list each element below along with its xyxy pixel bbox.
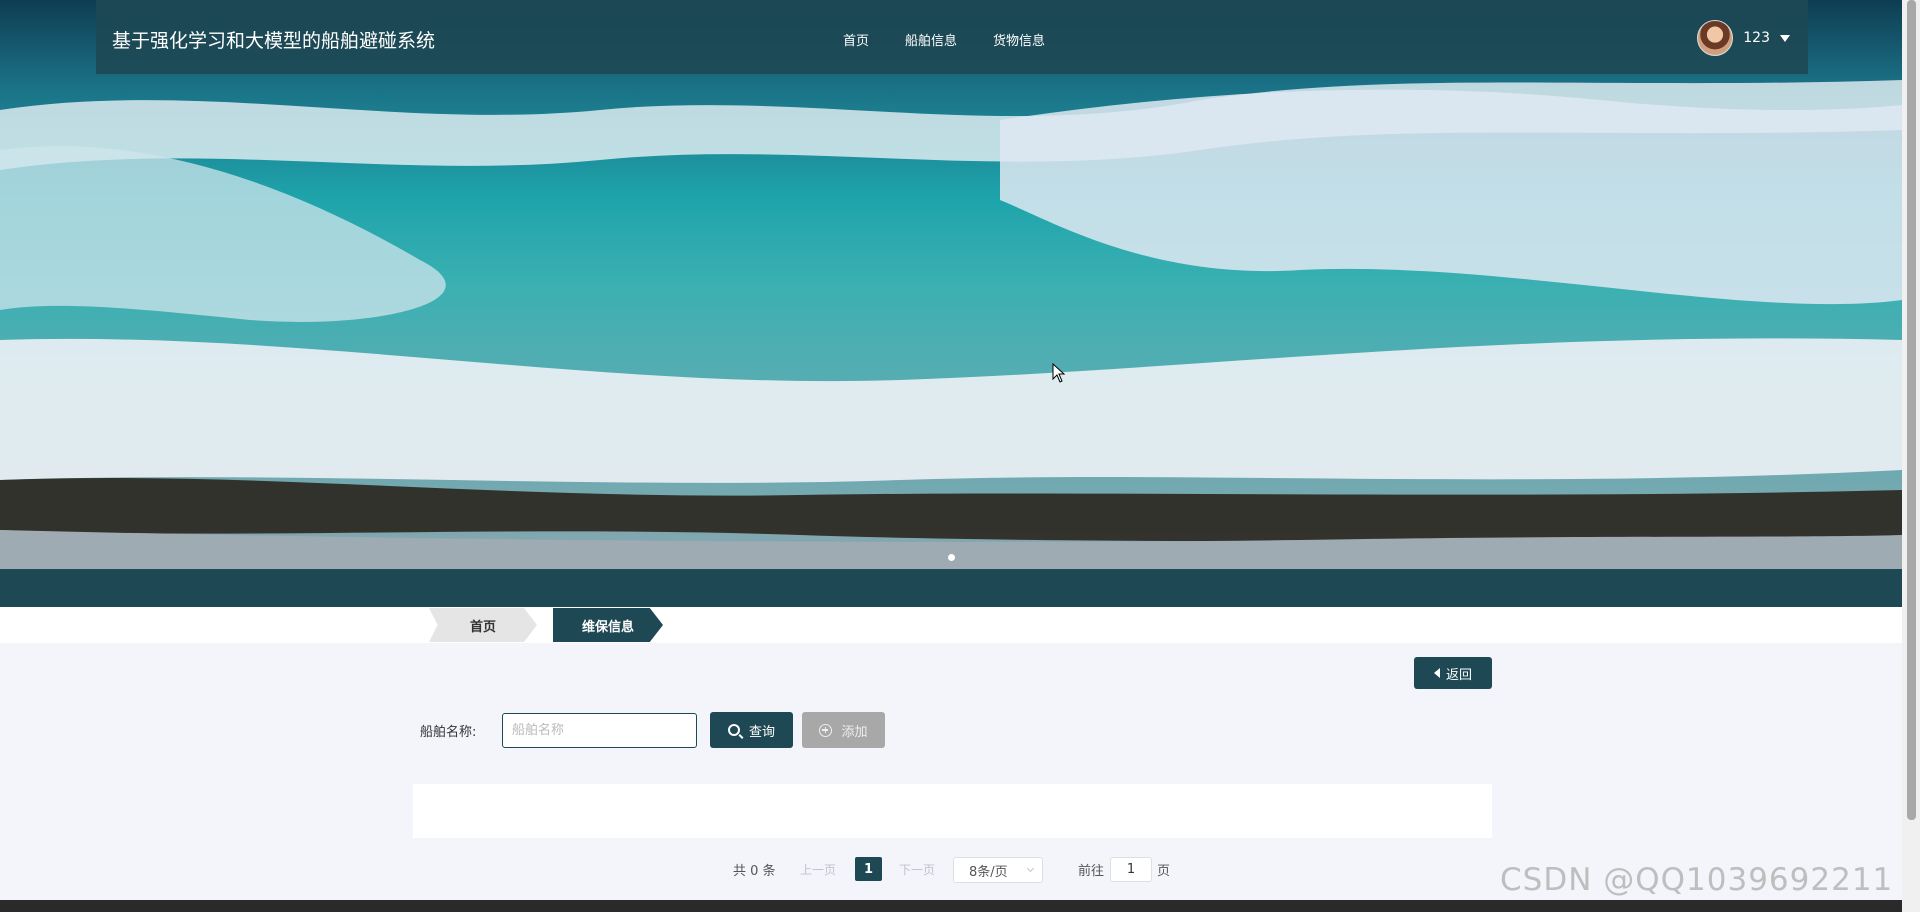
site-title: 基于强化学习和大模型的船舶避碰系统 [112, 30, 436, 52]
query-button[interactable]: 查询 [710, 712, 793, 748]
nav-home[interactable]: 首页 [843, 30, 869, 49]
ship-name-input[interactable] [502, 713, 697, 748]
pagination-goto-label: 前往 [1078, 863, 1105, 879]
page-size-value: 8条/页 [969, 864, 1008, 880]
watermark: CSDN @QQ1039692211 [1500, 862, 1894, 898]
query-button-label: 查询 [748, 724, 775, 740]
plus-circle-icon [819, 723, 833, 737]
pagination-next[interactable]: 下一页 [899, 857, 935, 881]
back-button-label: 返回 [1445, 667, 1472, 683]
breadcrumb-current: 维保信息 [553, 608, 663, 642]
pagination-prev[interactable]: 上一页 [800, 857, 836, 881]
chevron-down-icon [1026, 864, 1035, 873]
page-scrollbar[interactable] [1902, 0, 1920, 912]
username[interactable]: 123 [1743, 30, 1770, 46]
pagination-page-unit: 页 [1157, 863, 1171, 879]
page-size-select[interactable]: 8条/页 [953, 857, 1043, 883]
data-table [413, 784, 1492, 838]
wave-illustration [0, 0, 1902, 569]
scrollbar-thumb[interactable] [1907, 0, 1916, 820]
breadcrumb [0, 607, 1902, 643]
top-navbar: 基于强化学习和大模型的船舶避碰系统 首页 船舶信息 货物信息 123 [96, 0, 1808, 74]
caret-left-icon [1433, 668, 1440, 678]
add-button-label: 添加 [841, 724, 868, 740]
breadcrumb-home[interactable]: 首页 [429, 608, 537, 642]
add-button[interactable]: 添加 [802, 712, 885, 748]
caret-down-icon[interactable] [1780, 34, 1790, 42]
hero-banner [0, 0, 1902, 569]
footer-bar [0, 900, 1902, 912]
back-button[interactable]: 返回 [1414, 657, 1492, 689]
avatar[interactable] [1697, 20, 1734, 56]
pagination-page-1[interactable]: 1 [855, 857, 882, 881]
pagination-total: 共 0 条 [733, 863, 776, 879]
ship-name-label: 船舶名称: [420, 725, 477, 740]
pagination-goto-input[interactable] [1110, 857, 1152, 882]
banner-divider [0, 569, 1902, 607]
user-menu[interactable]: 123 [1697, 20, 1790, 56]
nav-cargo-info[interactable]: 货物信息 [993, 30, 1045, 49]
carousel-indicator[interactable] [948, 554, 955, 561]
main-nav: 首页 船舶信息 货物信息 [843, 30, 1045, 49]
nav-ship-info[interactable]: 船舶信息 [905, 30, 957, 49]
search-icon [727, 724, 740, 736]
mouse-cursor-icon [1052, 363, 1066, 383]
